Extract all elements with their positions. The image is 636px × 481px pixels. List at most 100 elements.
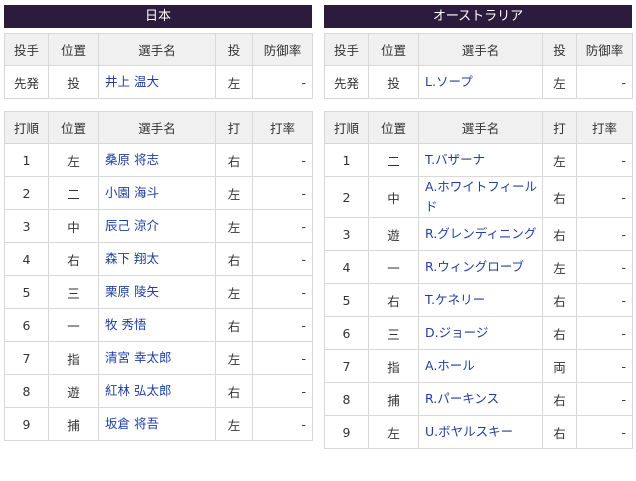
player-average: - — [252, 341, 313, 375]
table-row: 9 左 U.ボヤルスキー右 - — [324, 415, 633, 449]
table-row: 6 三 D.ジョージ右 - — [324, 316, 633, 350]
col-header: 位置 — [368, 33, 419, 66]
player-name-link[interactable]: L.ソープ — [418, 65, 543, 99]
player-bats: 左 — [215, 407, 253, 441]
player-name-link[interactable]: 井上 温大 — [98, 65, 216, 99]
player-average: - — [576, 250, 633, 284]
player-name-link[interactable]: 森下 翔太 — [98, 242, 216, 276]
table-row: 5 三栗原 陵矢左 - — [4, 275, 313, 309]
team-title: 日本 — [4, 5, 312, 28]
player-name-link[interactable]: 牧 秀悟 — [98, 308, 216, 342]
player-name-link[interactable]: T.ケネリー — [418, 283, 543, 317]
player-name-link[interactable]: R.グレンディニング — [418, 217, 543, 251]
batting-order-number: 9 — [324, 415, 369, 449]
pitcher-role: 先発 — [4, 65, 49, 99]
player-average: - — [252, 176, 313, 210]
pitcher-position: 投 — [368, 65, 419, 99]
table-header-row: 投手 位置 選手名 投 防御率 — [4, 33, 313, 66]
batting-order-number: 2 — [324, 176, 369, 218]
player-bats: 左 — [215, 341, 253, 375]
batting-order-body: 1 二 T.バザーナ左 -2 中 A.ホワイトフィールド右 -3 遊 R.グレンディニング右 -4… — [324, 143, 633, 449]
player-name-link[interactable]: 栗原 陵矢 — [98, 275, 216, 309]
batting-order-number: 4 — [4, 242, 49, 276]
player-average: - — [252, 308, 313, 342]
pitcher-position: 投 — [48, 65, 99, 99]
table-row: 7 指清宮 幸太郎左 - — [4, 341, 313, 375]
player-name-link[interactable]: 坂倉 将吾 — [98, 407, 216, 441]
player-position: 指 — [368, 349, 419, 383]
player-bats: 右 — [215, 143, 253, 177]
batting-order-number: 8 — [4, 374, 49, 408]
player-average: - — [576, 283, 633, 317]
player-position: 右 — [368, 283, 419, 317]
player-name-link[interactable]: A.ホワイトフィールド — [418, 176, 543, 218]
col-header: 打率 — [576, 111, 633, 144]
batting-order-number: 8 — [324, 382, 369, 416]
col-header: 防御率 — [252, 33, 313, 66]
table-header-row: 投手 位置 選手名 投 防御率 — [324, 33, 633, 66]
table-row: 7 指 A.ホール両 - — [324, 349, 633, 383]
player-position: 右 — [48, 242, 99, 276]
player-bats: 左 — [542, 143, 577, 177]
player-bats: 右 — [542, 316, 577, 350]
col-header: 打 — [542, 111, 577, 144]
batting-order-number: 9 — [4, 407, 49, 441]
player-name-link[interactable]: A.ホール — [418, 349, 543, 383]
player-name-link[interactable]: R.ウィングローブ — [418, 250, 543, 284]
player-average: - — [576, 176, 633, 218]
col-header: 投 — [215, 33, 253, 66]
pitcher-era: - — [252, 65, 313, 99]
player-name-link[interactable]: R.パーキンス — [418, 382, 543, 416]
player-name-link[interactable]: T.バザーナ — [418, 143, 543, 177]
player-position: 中 — [368, 176, 419, 218]
player-position: 捕 — [368, 382, 419, 416]
col-header: 打率 — [252, 111, 313, 144]
batting-order-number: 7 — [324, 349, 369, 383]
player-name-link[interactable]: 清宮 幸太郎 — [98, 341, 216, 375]
col-header: 打 — [215, 111, 253, 144]
batting-order-number: 6 — [4, 308, 49, 342]
player-position: 捕 — [48, 407, 99, 441]
player-average: - — [576, 382, 633, 416]
table-row: 2 二小園 海斗左 - — [4, 176, 313, 210]
player-bats: 右 — [215, 242, 253, 276]
table-row: 6一牧 秀悟右 - — [4, 308, 313, 342]
batting-order-table: 打順 位置 選手名 打 打率 1 左桑原 将志右 -2 二小園 海斗左 -3 中辰己 涼介… — [4, 111, 313, 441]
player-position: 二 — [48, 176, 99, 210]
col-header: 打順 — [324, 111, 369, 144]
player-name-link[interactable]: D.ジョージ — [418, 316, 543, 350]
player-bats: 左 — [215, 275, 253, 309]
batting-order-number: 3 — [324, 217, 369, 251]
batting-order-number: 1 — [4, 143, 49, 177]
batting-order-number: 6 — [324, 316, 369, 350]
table-row: 5 右 T.ケネリー右 - — [324, 283, 633, 317]
player-position: 一 — [368, 250, 419, 284]
player-name-link[interactable]: 紅林 弘太郎 — [98, 374, 216, 408]
player-name-link[interactable]: 辰己 涼介 — [98, 209, 216, 243]
starting-pitcher-table: 投手 位置 選手名 投 防御率 先発 投 L.ソープ 左 - — [324, 33, 633, 99]
player-name-link[interactable]: 桑原 将志 — [98, 143, 216, 177]
table-row: 8 捕 R.パーキンス右 - — [324, 382, 633, 416]
batting-order-number: 1 — [324, 143, 369, 177]
batting-order-number: 7 — [4, 341, 49, 375]
col-header: 位置 — [48, 111, 99, 144]
player-bats: 左 — [542, 250, 577, 284]
player-bats: 右 — [542, 176, 577, 218]
team-title: オーストラリア — [324, 5, 632, 28]
player-name-link[interactable]: 小園 海斗 — [98, 176, 216, 210]
col-header: 投手 — [324, 33, 369, 66]
player-position: 二 — [368, 143, 419, 177]
team-japan-panel: 日本 投手 位置 選手名 投 防御率 先発 投 井上 温大 左 - 打順 位置 … — [4, 5, 313, 441]
player-average: - — [252, 209, 313, 243]
player-name-link[interactable]: U.ボヤルスキー — [418, 415, 543, 449]
col-header: 防御率 — [576, 33, 633, 66]
player-average: - — [576, 415, 633, 449]
player-position: 遊 — [48, 374, 99, 408]
batting-order-number: 4 — [324, 250, 369, 284]
player-bats: 左 — [215, 209, 253, 243]
player-bats: 右 — [542, 283, 577, 317]
batting-order-number: 3 — [4, 209, 49, 243]
player-bats: 右 — [542, 415, 577, 449]
player-bats: 左 — [215, 176, 253, 210]
batting-order-number: 2 — [4, 176, 49, 210]
